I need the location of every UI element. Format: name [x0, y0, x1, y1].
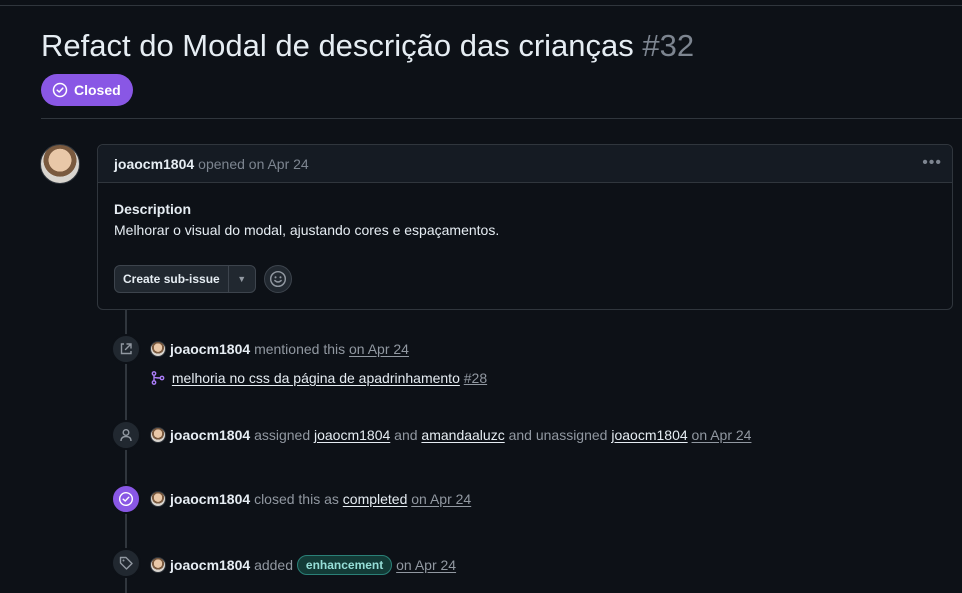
event-verb: assigned	[254, 427, 311, 443]
comment-body: Description Melhorar o visual do modal, …	[98, 183, 952, 238]
actor-avatar[interactable]	[150, 557, 166, 573]
timeline-badge-closed	[111, 484, 141, 514]
cross-reference-icon	[120, 343, 132, 355]
pull-request-icon	[151, 371, 165, 385]
event-date-link[interactable]: on Apr 24	[349, 341, 409, 357]
enhancement-label[interactable]: enhancement	[296, 555, 393, 575]
description-heading: Description	[114, 201, 192, 217]
issue-title: Refact do Modal de descrição das criança…	[41, 28, 694, 64]
header-divider	[41, 118, 962, 119]
top-border	[0, 0, 962, 6]
smiley-icon	[269, 270, 286, 288]
timeline-event-assign: joaocm1804 assigned joaocm1804 and amand…	[150, 427, 751, 443]
event-verb: added	[254, 557, 293, 573]
actor-link[interactable]: joaocm1804	[170, 427, 250, 443]
check-circle-icon	[52, 82, 68, 98]
closed-state-badge: Closed	[41, 74, 133, 106]
actor-link[interactable]: joaocm1804	[170, 491, 250, 507]
issue-number: #32	[642, 28, 695, 63]
unassignee-link[interactable]: joaocm1804	[611, 427, 687, 443]
issue-description-comment: joaocm1804 opened on Apr 24 ••• Descript…	[97, 144, 953, 310]
event-date-link[interactable]: on Apr 24	[396, 557, 456, 573]
and-unassigned-text: and unassigned	[508, 427, 608, 443]
cross-reference-row: melhoria no css da página de apadrinhame…	[150, 370, 487, 386]
event-verb: mentioned this	[254, 341, 346, 357]
actor-avatar[interactable]	[150, 427, 166, 443]
referenced-pr-link[interactable]: melhoria no css da página de apadrinhame…	[172, 370, 460, 386]
timeline-event-label: joaocm1804 added enhancement on Apr 24	[150, 555, 456, 575]
referenced-pr-number[interactable]: #28	[464, 370, 487, 386]
actor-avatar[interactable]	[150, 491, 166, 507]
timeline-event-mention: joaocm1804 mentioned this on Apr 24	[150, 341, 409, 357]
and-text: and	[394, 427, 418, 443]
chevron-down-icon[interactable]: ▼	[229, 266, 255, 292]
issue-title-text: Refact do Modal de descrição das criança…	[41, 28, 634, 63]
event-date-link[interactable]: on Apr 24	[411, 491, 471, 507]
state-label: Closed	[74, 82, 121, 98]
event-verb: closed this as	[254, 491, 339, 507]
comment-actions: Create sub-issue ▼	[114, 265, 292, 293]
timeline-event-closed: joaocm1804 closed this as completed on A…	[150, 491, 471, 507]
description-text: Melhorar o visual do modal, ajustando co…	[114, 222, 500, 238]
comment-author-link[interactable]: joaocm1804	[114, 156, 194, 172]
create-sub-issue-button[interactable]: Create sub-issue	[115, 266, 229, 292]
timeline-badge-assign	[111, 420, 141, 450]
actor-link[interactable]: joaocm1804	[170, 341, 250, 357]
person-icon	[120, 429, 132, 442]
actor-link[interactable]: joaocm1804	[170, 557, 250, 573]
check-circle-icon	[118, 491, 134, 507]
timeline-badge-mention	[111, 334, 141, 364]
assignee-link-1[interactable]: joaocm1804	[314, 427, 390, 443]
event-date-link[interactable]: on Apr 24	[692, 427, 752, 443]
add-reaction-button[interactable]	[263, 265, 292, 293]
timeline-badge-label	[111, 548, 141, 578]
create-sub-issue-split-button: Create sub-issue ▼	[114, 265, 256, 293]
actor-avatar[interactable]	[150, 341, 166, 357]
tag-icon	[119, 556, 133, 570]
close-reason-link[interactable]: completed	[343, 491, 408, 507]
comment-header: joaocm1804 opened on Apr 24 •••	[98, 145, 952, 183]
kebab-menu-icon[interactable]: •••	[922, 154, 942, 172]
author-avatar[interactable]	[40, 144, 80, 184]
assignee-link-2[interactable]: amandaaluzc	[421, 427, 504, 443]
comment-meta[interactable]: opened on Apr 24	[198, 156, 309, 172]
